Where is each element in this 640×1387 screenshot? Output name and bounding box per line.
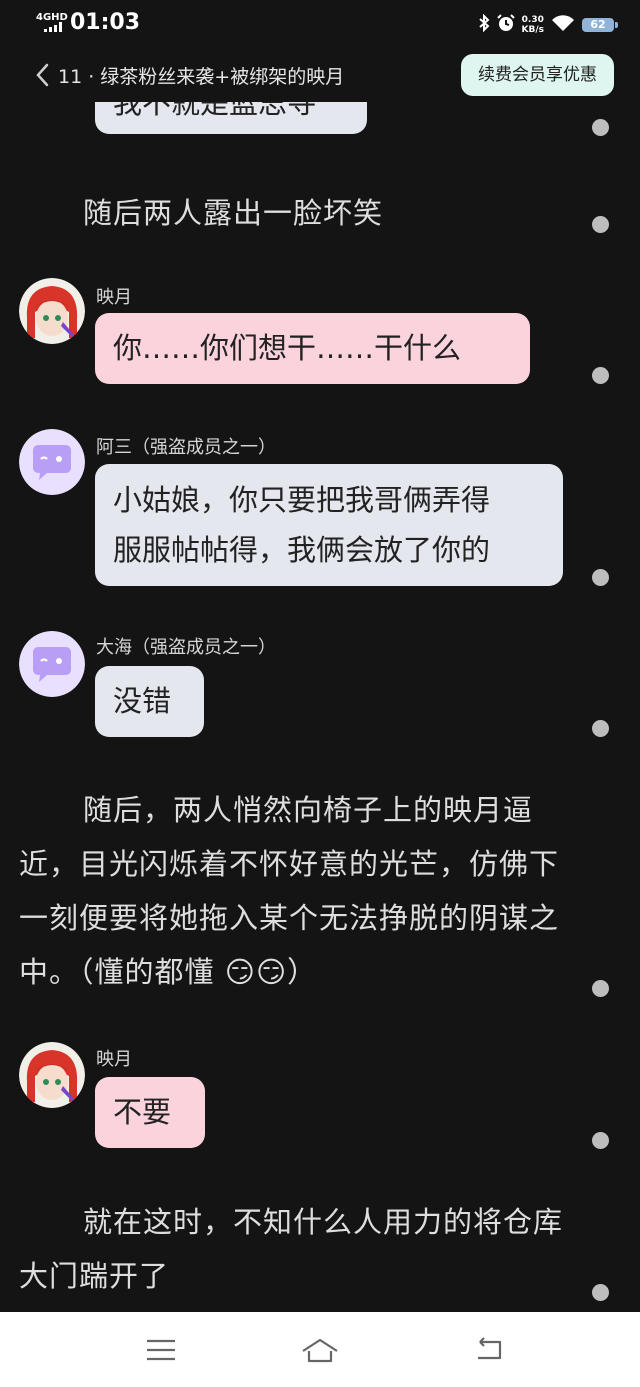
wifi-icon: [550, 13, 576, 37]
avatar-default[interactable]: [19, 429, 85, 495]
narration-text: 随后两人露出一脸坏笑: [83, 196, 384, 230]
battery-icon: 62: [582, 18, 618, 32]
speaker-name: 映月: [96, 1049, 132, 1070]
chat-bubble: 没错: [95, 666, 204, 737]
narration-paragraph: 就在这时，不知什么人用力的将仓库大门踹开了: [19, 1205, 564, 1293]
alarm-icon: [496, 13, 516, 37]
clock: 01:03: [70, 10, 141, 35]
comment-dot[interactable]: [592, 1132, 609, 1149]
avatar-yingyue[interactable]: [19, 1042, 85, 1108]
comment-dot[interactable]: [592, 216, 609, 233]
story-content[interactable]: 我不就是蓝思寻 随后两人露出一脸坏笑 映月 你……你们想干……干什么 阿三（强盗…: [0, 102, 640, 1312]
system-nav-bar: [0, 1312, 640, 1387]
chat-bubble: 你……你们想干……干什么: [95, 313, 530, 384]
comment-dot[interactable]: [592, 367, 609, 384]
comment-dot[interactable]: [592, 569, 609, 586]
vip-renew-button[interactable]: 续费会员享优惠: [461, 54, 614, 96]
status-bar: 4GHD 01:03 0.30 KB/s 62: [0, 0, 640, 50]
back-chevron-icon[interactable]: [32, 60, 54, 90]
home-icon[interactable]: [300, 1330, 340, 1370]
comment-dot[interactable]: [592, 1284, 609, 1301]
bluetooth-icon: [478, 13, 490, 36]
comment-dot[interactable]: [592, 980, 609, 997]
narration-paragraph: 随后，两人悄然向椅子上的映月逼近，目光闪烁着不怀好意的光芒，仿佛下一刻便要将她拖…: [19, 793, 560, 989]
chat-bubble: 小姑娘，你只要把我哥俩弄得 服服帖帖得，我俩会放了你的: [95, 464, 563, 586]
speaker-name: 大海（强盗成员之一）: [96, 637, 276, 658]
chapter-title: 11 · 绿茶粉丝来袭+被绑架的映月: [58, 66, 345, 88]
comment-dot[interactable]: [592, 720, 609, 737]
comment-dot[interactable]: [592, 119, 609, 136]
chat-bubble: 我不就是蓝思寻: [95, 102, 367, 134]
signal-icon: [44, 22, 66, 32]
chapter-header: 11 · 绿茶粉丝来袭+被绑架的映月 续费会员享优惠: [0, 50, 640, 102]
speaker-name: 阿三（强盗成员之一）: [96, 437, 276, 458]
chat-bubble: 不要: [95, 1077, 205, 1148]
speaker-name: 映月: [96, 287, 132, 308]
menu-icon[interactable]: [141, 1330, 181, 1370]
back-icon[interactable]: [468, 1330, 508, 1370]
avatar-yingyue[interactable]: [19, 278, 85, 344]
network-speed: 0.30 KB/s: [521, 15, 544, 35]
avatar-default[interactable]: [19, 631, 85, 697]
